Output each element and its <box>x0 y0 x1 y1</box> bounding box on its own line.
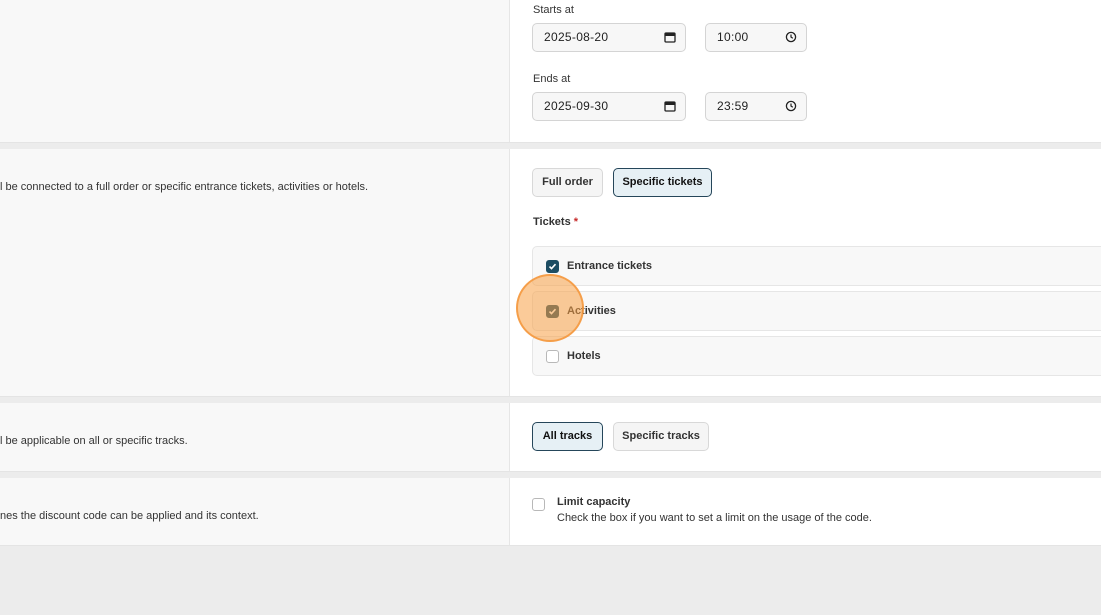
ends-date-input[interactable]: 2025-09-30 <box>532 92 686 121</box>
tracks-description-column: l be applicable on all or specific track… <box>0 403 510 471</box>
required-mark: * <box>573 216 579 228</box>
ticket-option-activities[interactable]: Activities <box>532 291 1101 331</box>
checkmark-icon <box>548 308 557 315</box>
limit-capacity-checkbox[interactable] <box>532 498 545 511</box>
checkmark-icon <box>548 263 557 270</box>
specific-tracks-button[interactable]: Specific tracks <box>613 422 709 451</box>
calendar-icon[interactable] <box>664 31 676 43</box>
ends-time-value: 23:59 <box>717 99 749 113</box>
clock-icon[interactable] <box>785 31 797 43</box>
hotels-checkbox[interactable] <box>546 350 559 363</box>
usage-description-column: nes the discount code can be applied and… <box>0 478 510 545</box>
specific-tickets-button[interactable]: Specific tickets <box>613 168 712 197</box>
calendar-icon[interactable] <box>664 100 676 112</box>
limit-capacity-label: Limit capacity <box>557 496 631 508</box>
entrance-tickets-label: Entrance tickets <box>567 260 652 272</box>
activities-label: Activities <box>567 305 616 317</box>
ticket-option-hotels[interactable]: Hotels <box>532 336 1101 376</box>
starts-at-label: Starts at <box>533 4 574 16</box>
clock-icon[interactable] <box>785 100 797 112</box>
hotels-label: Hotels <box>567 350 601 362</box>
entrance-tickets-checkbox[interactable] <box>546 260 559 273</box>
ends-at-label: Ends at <box>533 73 571 85</box>
starts-time-value: 10:00 <box>717 30 749 44</box>
starts-date-value: 2025-08-20 <box>544 30 609 44</box>
ends-date-value: 2025-09-30 <box>544 99 609 113</box>
tracks-description: l be applicable on all or specific track… <box>0 435 188 447</box>
all-tracks-button[interactable]: All tracks <box>532 422 603 451</box>
applies-to-description: l be connected to a full order or specif… <box>0 181 369 193</box>
starts-time-input[interactable]: 10:00 <box>705 23 807 52</box>
activities-checkbox[interactable] <box>546 305 559 318</box>
starts-date-input[interactable]: 2025-08-20 <box>532 23 686 52</box>
ticket-option-entrance[interactable]: Entrance tickets <box>532 246 1101 286</box>
validity-section: Starts at 2025-08-20 10:00 Ends at 2025-… <box>0 0 1101 143</box>
applies-to-description-column: l be connected to a full order or specif… <box>0 149 510 396</box>
usage-description: nes the discount code can be applied and… <box>0 510 259 522</box>
tracks-section: l be applicable on all or specific track… <box>0 403 1101 472</box>
usage-section: nes the discount code can be applied and… <box>0 478 1101 546</box>
tickets-label-text: Tickets <box>533 216 571 228</box>
ends-time-input[interactable]: 23:59 <box>705 92 807 121</box>
limit-capacity-help: Check the box if you want to set a limit… <box>557 512 872 524</box>
validity-description-column <box>0 0 510 142</box>
full-order-button[interactable]: Full order <box>532 168 603 197</box>
tickets-label: Tickets * <box>533 216 578 228</box>
